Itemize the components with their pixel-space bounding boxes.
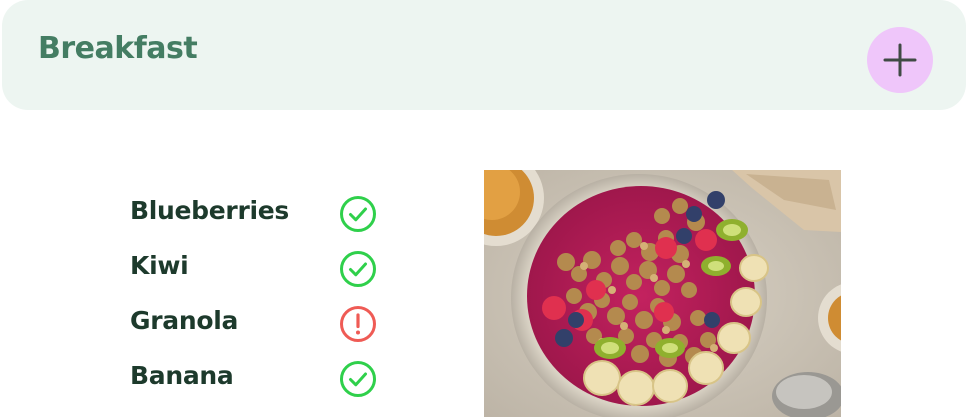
smoothie-bowl-photo — [484, 170, 841, 417]
add-button[interactable] — [867, 27, 933, 93]
ingredient-row-granola: Granola — [130, 298, 390, 353]
breakfast-header: Breakfast — [2, 0, 966, 110]
ingredient-label: Blueberries — [130, 196, 289, 225]
ingredient-label: Granola — [130, 306, 239, 335]
page-title: Breakfast — [38, 31, 198, 66]
plus-icon — [883, 43, 917, 77]
ingredient-row-kiwi: Kiwi — [130, 243, 390, 298]
ingredient-label: Kiwi — [130, 251, 189, 280]
ingredient-row-banana: Banana — [130, 353, 390, 408]
ingredient-label: Banana — [130, 361, 234, 390]
alert-circle-icon — [340, 306, 376, 342]
ingredient-row-blueberries: Blueberries — [130, 188, 390, 243]
check-circle-icon — [340, 196, 376, 232]
ingredient-list: Blueberries Kiwi Granola Banana — [130, 188, 390, 408]
check-circle-icon — [340, 251, 376, 287]
check-circle-icon — [340, 361, 376, 397]
